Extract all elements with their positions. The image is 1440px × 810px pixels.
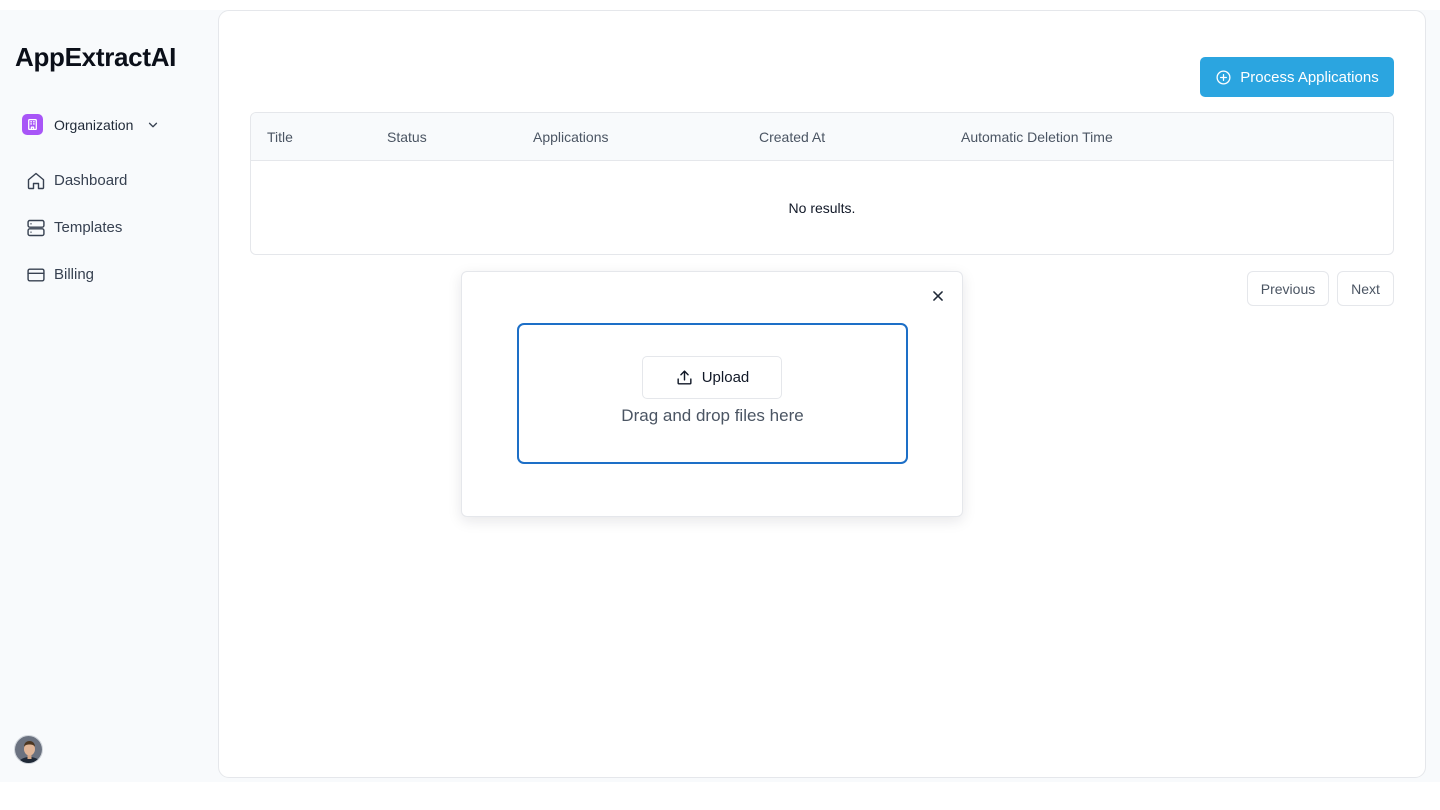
server-icon [27, 219, 45, 236]
sidebar-item-dashboard[interactable]: Dashboard [26, 170, 127, 191]
process-applications-label: Process Applications [1240, 68, 1379, 86]
previous-page-button[interactable]: Previous [1247, 271, 1329, 306]
applications-table: Title Status Applications Created At Aut… [250, 112, 1394, 255]
sidebar-item-billing[interactable]: Billing [26, 264, 127, 285]
sidebar-item-label: Templates [54, 219, 123, 236]
sidebar-nav: Dashboard Templates Billing [26, 170, 127, 285]
organization-label: Organization [54, 116, 134, 133]
credit-card-icon [27, 267, 45, 282]
app-logo-text: AppExtractAI [15, 42, 177, 72]
close-icon[interactable] [927, 285, 949, 307]
column-header-created-at[interactable]: Created At [759, 113, 825, 161]
chevron-down-icon [146, 118, 160, 132]
plus-circle-icon [1216, 69, 1231, 85]
avatar[interactable] [14, 735, 43, 764]
next-page-button[interactable]: Next [1337, 271, 1394, 306]
empty-state-text: No results. [788, 200, 856, 216]
column-header-title[interactable]: Title [267, 113, 293, 161]
sidebar-item-templates[interactable]: Templates [26, 217, 127, 238]
table-header: Title Status Applications Created At Aut… [251, 113, 1393, 161]
upload-icon [677, 370, 692, 385]
organization-switcher[interactable]: Organization [22, 114, 160, 135]
dropzone-hint: Drag and drop files here [621, 406, 804, 425]
building-icon [22, 114, 43, 135]
column-header-status[interactable]: Status [387, 113, 427, 161]
upload-button[interactable]: Upload [642, 356, 782, 399]
column-header-applications[interactable]: Applications [533, 113, 609, 161]
process-applications-button[interactable]: Process Applications [1200, 57, 1394, 97]
upload-label: Upload [701, 369, 750, 386]
sidebar-item-label: Dashboard [54, 172, 128, 189]
home-icon [27, 172, 45, 189]
column-header-deletion-time[interactable]: Automatic Deletion Time [961, 113, 1113, 161]
sidebar-item-label: Billing [54, 266, 95, 283]
